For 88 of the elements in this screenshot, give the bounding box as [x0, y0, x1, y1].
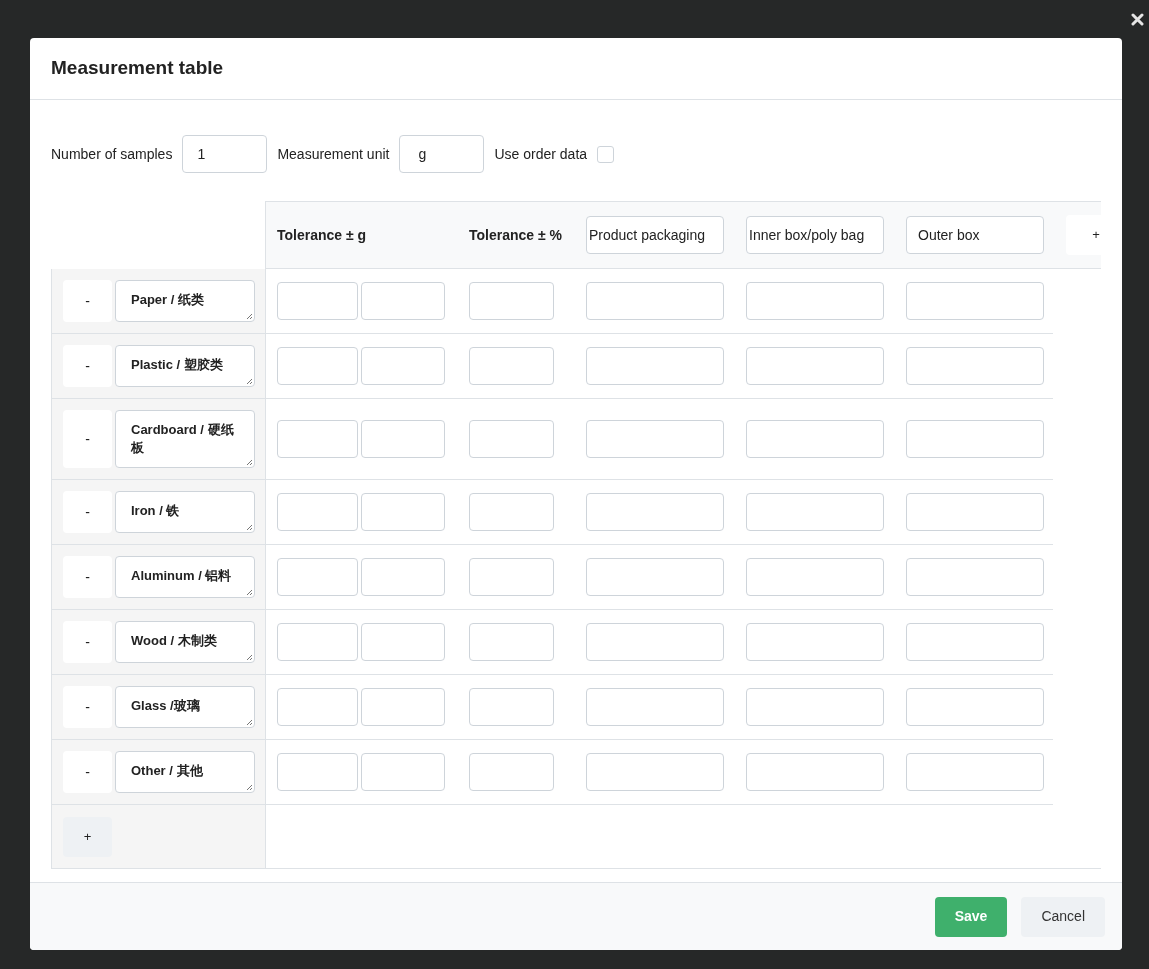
value-input[interactable]	[746, 347, 884, 385]
value-input[interactable]	[469, 558, 554, 596]
value-input[interactable]	[906, 688, 1044, 726]
value-input[interactable]	[361, 558, 445, 596]
value-input[interactable]	[277, 493, 358, 531]
value-input[interactable]	[586, 493, 724, 531]
resize-grip-icon[interactable]	[246, 784, 253, 791]
value-input[interactable]	[906, 753, 1044, 791]
field-label: Use order data	[494, 144, 588, 164]
value-input[interactable]	[277, 282, 358, 320]
row-name-input[interactable]: Aluminum / 铝料	[115, 556, 255, 598]
value-input[interactable]	[746, 282, 884, 320]
remove-row-button[interactable]: -	[63, 410, 112, 468]
checkbox[interactable]	[597, 145, 615, 163]
value-input[interactable]	[469, 623, 554, 661]
resize-grip-icon[interactable]	[246, 589, 253, 596]
value-input[interactable]	[469, 282, 554, 320]
value-input[interactable]	[361, 688, 445, 726]
value-input[interactable]	[469, 753, 554, 791]
resize-grip-icon[interactable]	[246, 313, 253, 320]
value-input[interactable]	[586, 753, 724, 791]
value-input[interactable]	[586, 688, 724, 726]
row-name-input[interactable]: Cardboard / 硬纸板	[115, 410, 255, 468]
field-label: Measurement unit	[277, 144, 390, 164]
remove-row-button[interactable]: -	[63, 751, 112, 793]
column-header: Tolerance ± %	[469, 227, 562, 243]
value-input[interactable]	[277, 753, 358, 791]
value-input[interactable]	[277, 347, 358, 385]
value-input[interactable]	[746, 753, 884, 791]
row-name-input[interactable]: Other / 其他	[115, 751, 255, 793]
value-input[interactable]	[361, 347, 445, 385]
row-name-input[interactable]: Iron / 铁	[115, 491, 255, 533]
row-name-input[interactable]: Wood / 木制类	[115, 621, 255, 663]
value-input[interactable]	[469, 347, 554, 385]
column-header: Tolerance ± g	[277, 227, 367, 243]
value-input[interactable]	[746, 493, 884, 531]
remove-row-button[interactable]: -	[63, 556, 112, 598]
value-input[interactable]	[586, 282, 724, 320]
resize-grip-icon[interactable]	[246, 378, 253, 385]
column-name-input[interactable]: Outer box	[906, 216, 1044, 254]
value-input[interactable]	[906, 493, 1044, 531]
remove-row-button[interactable]: -	[63, 686, 112, 728]
value-input[interactable]	[586, 558, 724, 596]
value-input[interactable]	[586, 420, 724, 458]
resize-grip-icon[interactable]	[246, 654, 253, 661]
value-input[interactable]	[277, 623, 358, 661]
row-name-input[interactable]: Paper / 纸类	[115, 280, 255, 322]
row-name-input[interactable]: Plastic / 塑胶类	[115, 345, 255, 387]
samples-input[interactable]: 1	[182, 135, 268, 173]
value-input[interactable]	[586, 347, 724, 385]
add-column-button[interactable]: +	[1066, 215, 1101, 255]
value-input[interactable]	[361, 493, 445, 531]
close-icon[interactable]	[1131, 13, 1144, 26]
resize-grip-icon[interactable]	[246, 459, 253, 466]
value-input[interactable]	[746, 420, 884, 458]
value-input[interactable]	[906, 420, 1044, 458]
remove-row-button[interactable]: -	[63, 280, 112, 322]
value-input[interactable]	[277, 420, 358, 458]
unit-input[interactable]: g	[399, 135, 485, 173]
resize-grip-icon[interactable]	[246, 524, 253, 531]
value-input[interactable]	[906, 282, 1044, 320]
field-label: Number of samples	[51, 144, 173, 164]
remove-row-button[interactable]: -	[63, 345, 112, 387]
value-input[interactable]	[361, 282, 445, 320]
remove-row-button[interactable]: -	[63, 491, 112, 533]
value-input[interactable]	[469, 420, 554, 458]
value-input[interactable]	[746, 558, 884, 596]
value-input[interactable]	[906, 623, 1044, 661]
add-row-button[interactable]: +	[63, 816, 112, 857]
value-input[interactable]	[746, 688, 884, 726]
value-input[interactable]	[277, 558, 358, 596]
value-input[interactable]	[361, 753, 445, 791]
value-input[interactable]	[469, 493, 554, 531]
value-input[interactable]	[361, 420, 445, 458]
column-name-input[interactable]: Product packaging	[586, 216, 724, 254]
remove-row-button[interactable]: -	[63, 621, 112, 663]
value-input[interactable]	[469, 688, 554, 726]
value-input[interactable]	[906, 347, 1044, 385]
modal-title: Measurement table	[51, 56, 224, 81]
row-name-input[interactable]: Glass /玻璃	[115, 686, 255, 728]
column-name-input[interactable]: Inner box/poly bag	[746, 216, 884, 254]
value-input[interactable]	[746, 623, 884, 661]
value-input[interactable]	[586, 623, 724, 661]
cancel-button[interactable]: Cancel	[1021, 896, 1105, 937]
resize-grip-icon[interactable]	[246, 719, 253, 726]
value-input[interactable]	[361, 623, 445, 661]
value-input[interactable]	[906, 558, 1044, 596]
value-input[interactable]	[277, 688, 358, 726]
